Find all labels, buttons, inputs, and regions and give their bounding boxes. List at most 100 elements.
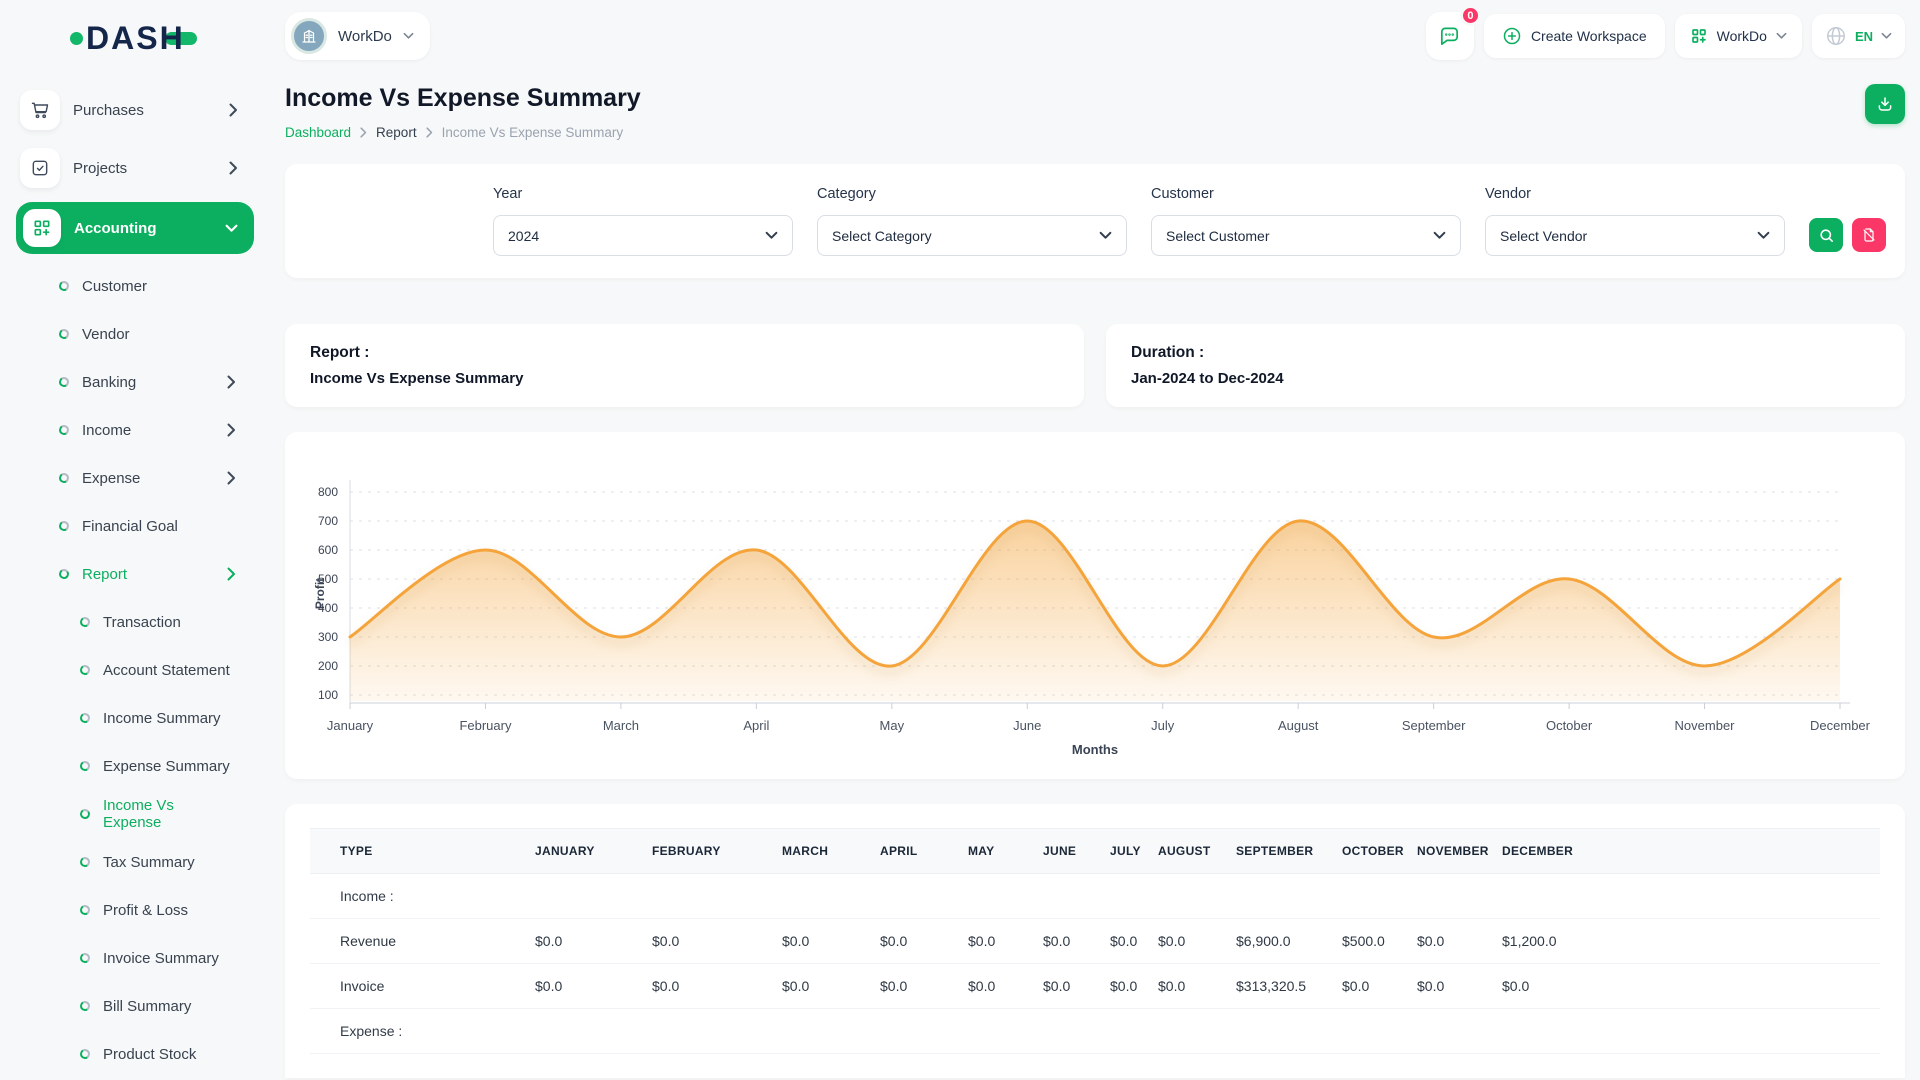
messages-button[interactable]: 0 [1426,12,1474,60]
apply-filter-button[interactable] [1809,218,1843,252]
sidebar-item-label: Invoice Summary [103,950,219,967]
sidebar-item-vendor[interactable]: Vendor [16,310,254,358]
y-tick-label: 100 [318,688,338,702]
sidebar-item-label: Profit & Loss [103,902,188,919]
sidebar-item-label: Income Vs Expense [103,797,236,831]
column-header: AUGUST [1158,829,1236,874]
report-summary-card: Report : Income Vs Expense Summary [285,324,1084,407]
sidebar-item-banking[interactable]: Banking [16,358,254,406]
app-logo[interactable]: DASH [70,18,270,58]
download-button[interactable] [1865,84,1905,124]
bullet-icon [79,664,91,676]
chevron-down-icon [1776,32,1787,40]
reset-filter-button[interactable] [1852,218,1886,252]
x-tick-label: July [1151,718,1175,733]
create-workspace-button[interactable]: Create Workspace [1484,14,1665,58]
sidebar-item-expense-summary[interactable]: Expense Summary [16,742,254,790]
filter-label: Year [493,186,793,202]
sidebar-item-projects[interactable]: Projects [16,144,254,192]
selected-value: Select Category [832,228,932,244]
sidebar-item-label: Financial Goal [82,518,178,535]
sidebar-item-profit-loss[interactable]: Profit & Loss [16,886,254,934]
sidebar-item-income[interactable]: Income [16,406,254,454]
year-select[interactable]: 2024 [493,215,793,256]
duration-summary-card: Duration : Jan-2024 to Dec-2024 [1106,324,1905,407]
table-cell: $0.0 [652,919,782,964]
chevron-down-icon [1757,231,1770,240]
table-cell: $0.0 [880,964,968,1009]
y-tick-label: 200 [318,659,338,673]
summary-row: Report : Income Vs Expense Summary Durat… [285,324,1905,407]
filter-card: Year2024CategorySelect CategoryCustomerS… [285,164,1905,278]
column-header: DECEMBER [1502,829,1880,874]
sidebar-item-financial-goal[interactable]: Financial Goal [16,502,254,550]
table-cell: $0.0 [1342,964,1417,1009]
sidebar-item-income-vs-expense[interactable]: Income Vs Expense [16,790,254,838]
sidebar-item-expense[interactable]: Expense [16,454,254,502]
sidebar-item-purchases[interactable]: Purchases [16,86,254,134]
sidebar-item-label: Accounting [74,220,225,237]
x-tick-label: April [743,718,769,733]
sidebar-item-accounting[interactable]: Accounting [16,202,254,254]
column-header: JULY [1110,829,1158,874]
file-slash-icon [1861,227,1877,243]
customer-select[interactable]: Select Customer [1151,215,1461,256]
sidebar-item-transaction[interactable]: Transaction [16,598,254,646]
logo-dot-icon [70,32,83,45]
sidebar-item-report[interactable]: Report [16,550,254,598]
sidebar-item-account-statement[interactable]: Account Statement [16,646,254,694]
chevron-down-icon [1099,231,1112,240]
bullet-icon [58,520,70,532]
workspace-selector[interactable]: WorkDo [285,12,430,60]
sidebar-item-invoice-summary[interactable]: Invoice Summary [16,934,254,982]
filter-spacer [309,186,469,256]
chevron-right-icon [227,567,236,581]
x-axis-title: Months [1072,742,1118,757]
chevron-down-icon [403,32,414,40]
sidebar-item-income-summary[interactable]: Income Summary [16,694,254,742]
bullet-icon [58,280,70,292]
table-cell: $0.0 [1502,964,1880,1009]
table-cell: $1,200.0 [1502,919,1880,964]
bullet-icon [79,1048,91,1060]
table-card: TYPEJANUARYFEBRUARYMARCHAPRILMAYJUNEJULY… [285,804,1905,1078]
filter-group-vendor: VendorSelect Vendor [1485,186,1785,256]
summary-table: TYPEJANUARYFEBRUARYMARCHAPRILMAYJUNEJULY… [310,828,1880,1054]
sidebar-item-label: Projects [73,160,229,177]
profit-chart-svg: 800700600500400300200100JanuaryFebruaryM… [310,457,1880,762]
chevron-right-icon [426,127,433,138]
vendor-select[interactable]: Select Vendor [1485,215,1785,256]
column-header: FEBRUARY [652,829,782,874]
filter-groups: Year2024CategorySelect CategoryCustomerS… [493,186,1785,256]
sidebar-item-label: Purchases [73,102,229,119]
filter-row: Year2024CategorySelect CategoryCustomerS… [309,186,1881,256]
table-cell: $0.0 [535,964,652,1009]
chevron-down-icon [225,224,238,233]
language-selector[interactable]: EN [1812,14,1905,58]
column-header: JUNE [1043,829,1110,874]
y-axis-title: Profit [313,578,327,609]
sidebar-item-label: Tax Summary [103,854,195,871]
workspace-avatar [291,18,327,54]
duration-value: Jan-2024 to Dec-2024 [1131,370,1880,387]
category-select[interactable]: Select Category [817,215,1127,256]
x-tick-label: September [1402,718,1466,733]
sidebar-item-product-stock[interactable]: Product Stock [16,1030,254,1078]
x-tick-label: January [327,718,374,733]
workdo-menu-button[interactable]: WorkDo [1675,14,1802,58]
sidebar-item-tax-summary[interactable]: Tax Summary [16,838,254,886]
breadcrumb-item-dashboard[interactable]: Dashboard [285,125,351,140]
sidebar-item-bill-summary[interactable]: Bill Summary [16,982,254,1030]
sidebar-item-customer[interactable]: Customer [16,262,254,310]
table-cell: $500.0 [1342,919,1417,964]
messages-badge: 0 [1460,5,1481,26]
x-tick-label: November [1675,718,1736,733]
bullet-icon [58,472,70,484]
table-cell: $0.0 [782,964,880,1009]
sidebar-item-label: Banking [82,374,136,391]
table-header-row: TYPEJANUARYFEBRUARYMARCHAPRILMAYJUNEJULY… [310,829,1880,874]
sidebar-item-label: Income [82,422,131,439]
sidebar-item-label: Income Summary [103,710,221,727]
x-tick-label: June [1013,718,1041,733]
filter-group-year: Year 2024 [493,186,793,256]
